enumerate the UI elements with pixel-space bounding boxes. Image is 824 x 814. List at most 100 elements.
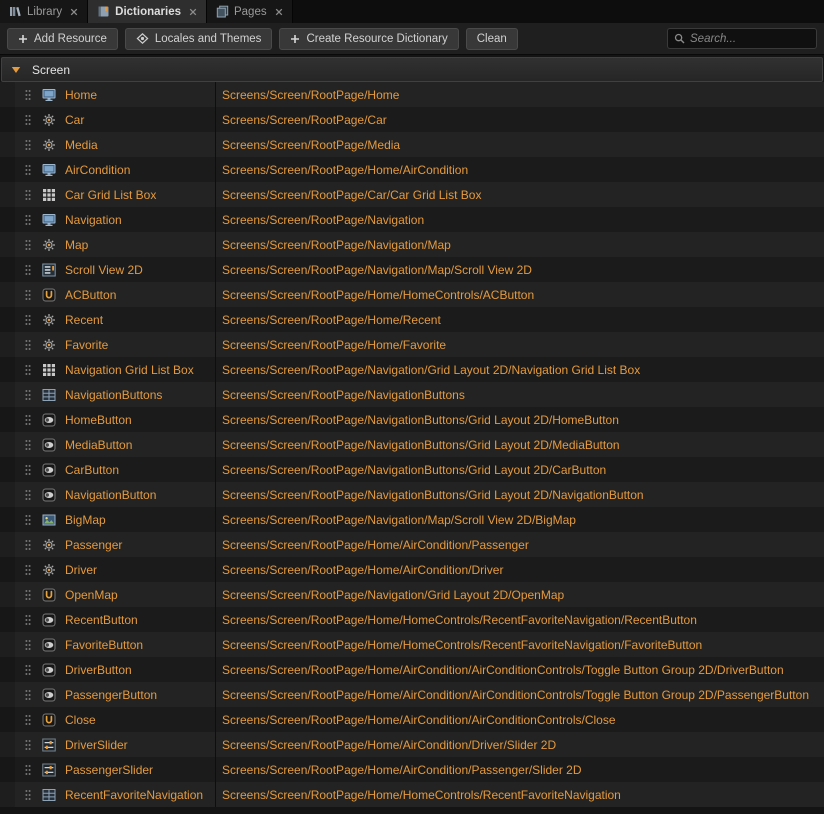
table-row[interactable]: MediaButtonScreens/Screen/RootPage/Navig…	[0, 432, 824, 457]
toggle-icon	[40, 682, 58, 707]
resource-path: Screens/Screen/RootPage/Home/AirConditio…	[215, 657, 824, 682]
resource-path: Screens/Screen/RootPage/NavigationButton…	[215, 382, 824, 407]
drag-handle-icon[interactable]	[15, 532, 40, 557]
drag-handle-icon[interactable]	[15, 707, 40, 732]
resource-path: Screens/Screen/RootPage/Home/HomeControl…	[215, 782, 824, 807]
drag-handle-icon[interactable]	[15, 757, 40, 782]
table-row[interactable]: MediaScreens/Screen/RootPage/Media	[0, 132, 824, 157]
drag-handle-icon[interactable]	[15, 257, 40, 282]
table-row[interactable]: RecentFavoriteNavigationScreens/Screen/R…	[0, 782, 824, 807]
table-row[interactable]: PassengerSliderScreens/Screen/RootPage/H…	[0, 757, 824, 782]
resource-name: BigMap	[58, 507, 215, 532]
close-icon[interactable]	[70, 8, 78, 16]
node2d-icon	[40, 332, 58, 357]
table-row[interactable]: Car Grid List BoxScreens/Screen/RootPage…	[0, 182, 824, 207]
table-row[interactable]: BigMapScreens/Screen/RootPage/Navigation…	[0, 507, 824, 532]
table-row[interactable]: CarScreens/Screen/RootPage/Car	[0, 107, 824, 132]
table-row[interactable]: DriverSliderScreens/Screen/RootPage/Home…	[0, 732, 824, 757]
resource-path: Screens/Screen/RootPage/NavigationButton…	[215, 482, 824, 507]
drag-handle-icon[interactable]	[15, 432, 40, 457]
resource-path: Screens/Screen/RootPage/Home/AirConditio…	[215, 757, 824, 782]
drag-handle-icon[interactable]	[15, 657, 40, 682]
drag-handle-icon[interactable]	[15, 182, 40, 207]
drag-handle-icon[interactable]	[15, 82, 40, 107]
table-row[interactable]: Scroll View 2DScreens/Screen/RootPage/Na…	[0, 257, 824, 282]
table-row[interactable]: FavoriteScreens/Screen/RootPage/Home/Fav…	[0, 332, 824, 357]
drag-handle-icon[interactable]	[15, 782, 40, 807]
tab-library[interactable]: Library	[0, 0, 88, 23]
row-gutter	[0, 782, 15, 807]
create-resource-dictionary-button[interactable]: Create Resource Dictionary	[279, 28, 458, 50]
group-header-screen[interactable]: Screen	[1, 57, 823, 82]
row-gutter	[0, 607, 15, 632]
drag-handle-icon[interactable]	[15, 682, 40, 707]
table-row[interactable]: CloseScreens/Screen/RootPage/Home/AirCon…	[0, 707, 824, 732]
table-row[interactable]: FavoriteButtonScreens/Screen/RootPage/Ho…	[0, 632, 824, 657]
table-row[interactable]: PassengerScreens/Screen/RootPage/Home/Ai…	[0, 532, 824, 557]
clean-button[interactable]: Clean	[466, 28, 518, 50]
tab-pages[interactable]: Pages	[207, 0, 293, 23]
table-row[interactable]: NavigationScreens/Screen/RootPage/Naviga…	[0, 207, 824, 232]
drag-handle-icon[interactable]	[15, 632, 40, 657]
table-row[interactable]: DriverButtonScreens/Screen/RootPage/Home…	[0, 657, 824, 682]
table-row[interactable]: AirConditionScreens/Screen/RootPage/Home…	[0, 157, 824, 182]
table-row[interactable]: MapScreens/Screen/RootPage/Navigation/Ma…	[0, 232, 824, 257]
table-row[interactable]: Navigation Grid List BoxScreens/Screen/R…	[0, 357, 824, 382]
table-row[interactable]: NavigationButtonsScreens/Screen/RootPage…	[0, 382, 824, 407]
drag-handle-icon[interactable]	[15, 557, 40, 582]
drag-handle-icon[interactable]	[15, 482, 40, 507]
row-gutter	[0, 707, 15, 732]
table-row[interactable]: RecentScreens/Screen/RootPage/Home/Recen…	[0, 307, 824, 332]
table-row[interactable]: RecentButtonScreens/Screen/RootPage/Home…	[0, 607, 824, 632]
drag-handle-icon[interactable]	[15, 282, 40, 307]
row-gutter	[0, 157, 15, 182]
pages-icon	[216, 5, 229, 18]
row-gutter	[0, 507, 15, 532]
tab-dictionaries[interactable]: Dictionaries	[88, 0, 207, 23]
resource-name: MediaButton	[58, 432, 215, 457]
drag-handle-icon[interactable]	[15, 407, 40, 432]
table-row[interactable]: PassengerButtonScreens/Screen/RootPage/H…	[0, 682, 824, 707]
table-row[interactable]: ACButtonScreens/Screen/RootPage/Home/Hom…	[0, 282, 824, 307]
resource-path: Screens/Screen/RootPage/Media	[215, 132, 824, 157]
search-input[interactable]	[690, 33, 810, 45]
drag-handle-icon[interactable]	[15, 582, 40, 607]
drag-handle-icon[interactable]	[15, 357, 40, 382]
table-row[interactable]: CarButtonScreens/Screen/RootPage/Navigat…	[0, 457, 824, 482]
group-label: Screen	[32, 63, 70, 77]
collapse-triangle-icon[interactable]	[11, 66, 21, 74]
table-row[interactable]: DriverScreens/Screen/RootPage/Home/AirCo…	[0, 557, 824, 582]
drag-handle-icon[interactable]	[15, 332, 40, 357]
table-row[interactable]: NavigationButtonScreens/Screen/RootPage/…	[0, 482, 824, 507]
node2d-icon	[40, 107, 58, 132]
drag-handle-icon[interactable]	[15, 107, 40, 132]
toggle-icon	[40, 432, 58, 457]
row-gutter	[0, 232, 15, 257]
drag-handle-icon[interactable]	[15, 457, 40, 482]
table-row[interactable]: HomeButtonScreens/Screen/RootPage/Naviga…	[0, 407, 824, 432]
drag-handle-icon[interactable]	[15, 607, 40, 632]
locales-and-themes-button[interactable]: Locales and Themes	[125, 28, 273, 50]
resource-name: AirCondition	[58, 157, 215, 182]
resource-path: Screens/Screen/RootPage/Home/HomeControl…	[215, 282, 824, 307]
table-row[interactable]: HomeScreens/Screen/RootPage/Home	[0, 82, 824, 107]
drag-handle-icon[interactable]	[15, 207, 40, 232]
drag-handle-icon[interactable]	[15, 132, 40, 157]
tab-bar: Library Dictionaries Pages	[0, 0, 824, 23]
drag-handle-icon[interactable]	[15, 732, 40, 757]
drag-handle-icon[interactable]	[15, 382, 40, 407]
drag-handle-icon[interactable]	[15, 232, 40, 257]
row-gutter	[0, 657, 15, 682]
resource-name: Car Grid List Box	[58, 182, 215, 207]
drag-handle-icon[interactable]	[15, 307, 40, 332]
resource-path: Screens/Screen/RootPage/Navigation/Grid …	[215, 357, 824, 382]
drag-handle-icon[interactable]	[15, 157, 40, 182]
add-resource-button[interactable]: Add Resource	[7, 28, 118, 50]
close-icon[interactable]	[189, 8, 197, 16]
resource-path: Screens/Screen/RootPage/Navigation/Map/S…	[215, 257, 824, 282]
button-icon	[40, 582, 58, 607]
drag-handle-icon[interactable]	[15, 507, 40, 532]
close-icon[interactable]	[275, 8, 283, 16]
table-row[interactable]: OpenMapScreens/Screen/RootPage/Navigatio…	[0, 582, 824, 607]
screen-icon	[40, 82, 58, 107]
